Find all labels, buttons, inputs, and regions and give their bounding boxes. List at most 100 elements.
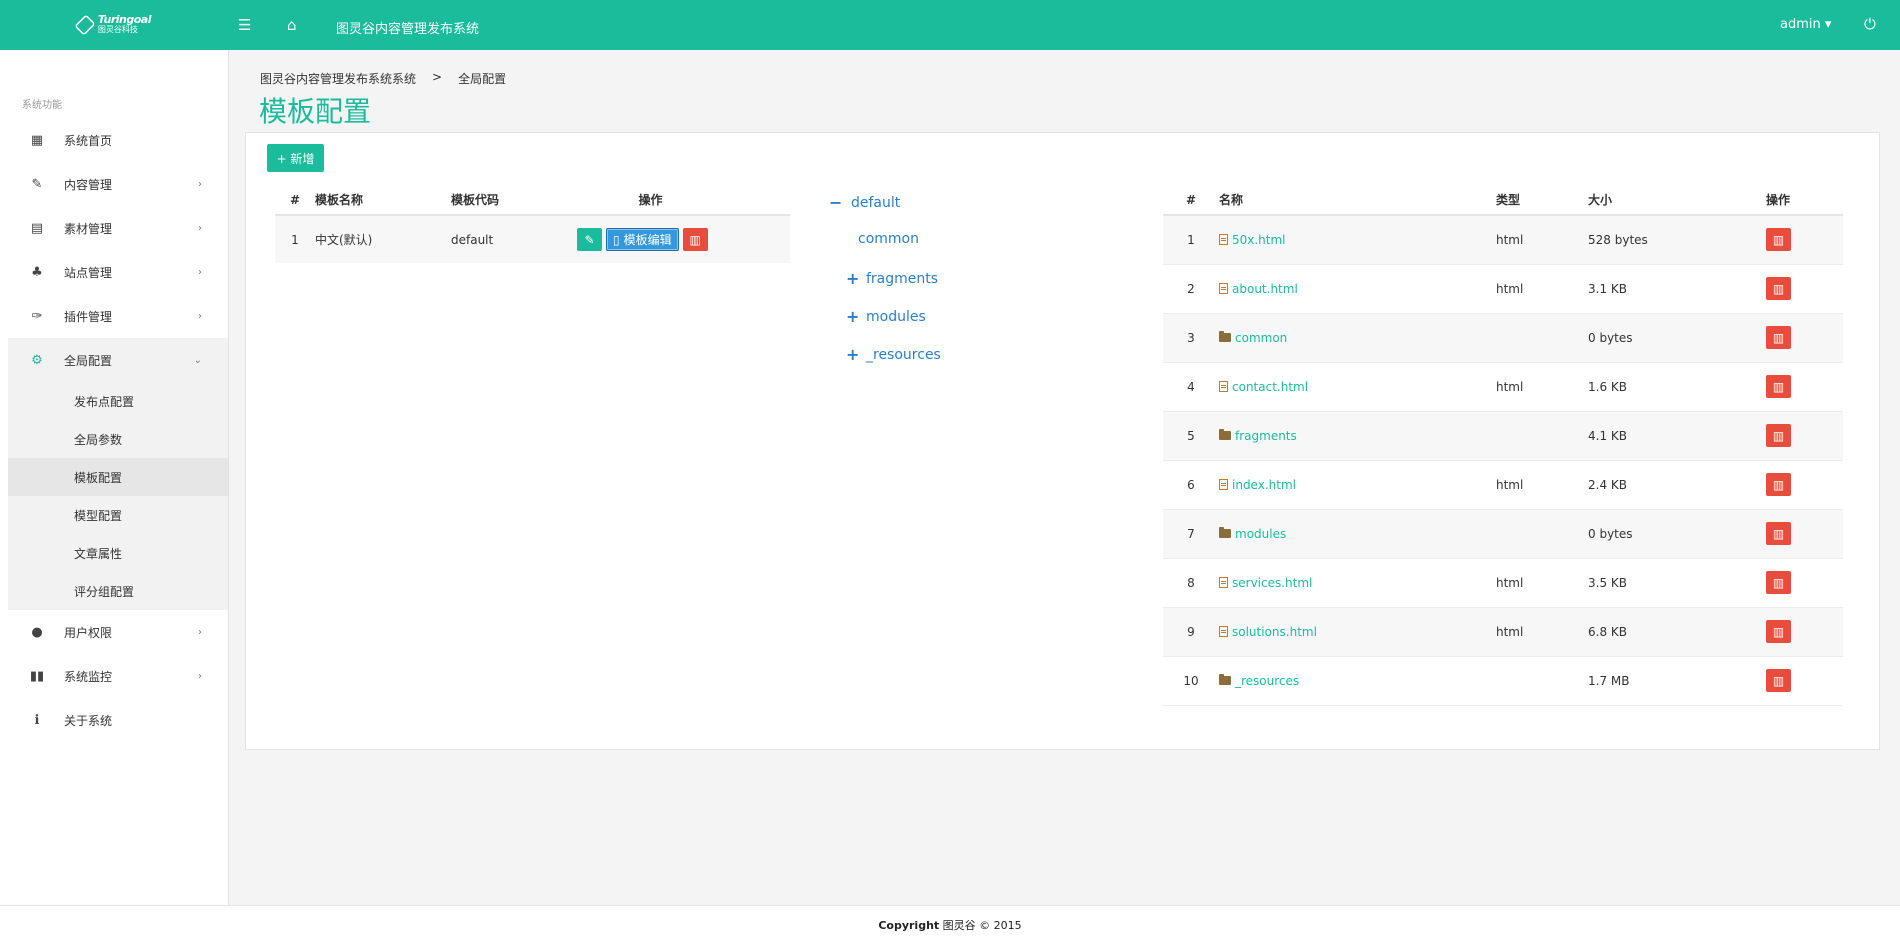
file-link[interactable]: about.html bbox=[1219, 282, 1496, 296]
file-link[interactable]: contact.html bbox=[1219, 380, 1496, 394]
edit-template-button[interactable]: ✎ bbox=[577, 228, 602, 251]
sidebar-item-label: 全局配置 bbox=[64, 353, 113, 368]
file-link[interactable]: modules bbox=[1219, 527, 1496, 541]
file-name[interactable]: fragments bbox=[1235, 429, 1297, 443]
file-name[interactable]: common bbox=[1235, 331, 1287, 345]
expand-icon[interactable]: + bbox=[846, 307, 862, 326]
table-row: 1 50x.html html 528 bytes ▥ bbox=[1163, 215, 1843, 265]
sidebar-subitem[interactable]: 全局参数 bbox=[8, 420, 228, 458]
tree-node-label[interactable]: fragments bbox=[866, 271, 938, 287]
sidebar-subitem[interactable]: 文章属性 bbox=[8, 534, 228, 572]
app-title[interactable]: 图灵谷内容管理发布系统 bbox=[336, 18, 479, 37]
sidebar-item[interactable]: ▦ 系统首页 bbox=[8, 118, 228, 162]
delete-file-button[interactable]: ▥ bbox=[1766, 522, 1791, 545]
file-link[interactable]: _resources bbox=[1219, 674, 1496, 688]
file-size: 6.8 KB bbox=[1588, 607, 1766, 657]
tree-node-root[interactable]: − default bbox=[829, 193, 900, 212]
home-icon[interactable]: ⌂ bbox=[287, 16, 297, 34]
breadcrumb: 图灵谷内容管理发布系统系统 > 全局配置 bbox=[260, 70, 506, 87]
file-no: 6 bbox=[1163, 460, 1219, 510]
delete-file-button[interactable]: ▥ bbox=[1766, 326, 1791, 349]
collapse-icon[interactable]: − bbox=[829, 193, 845, 212]
sidebar-item[interactable]: ✎ 内容管理 › bbox=[8, 162, 228, 206]
sidebar-item[interactable]: ▮▮ 系统监控 › bbox=[8, 654, 228, 698]
sidebar-item[interactable]: ● 用户权限 › bbox=[8, 610, 228, 654]
expand-icon[interactable]: + bbox=[846, 269, 862, 288]
sidebar-item[interactable]: ♣ 站点管理 › bbox=[8, 250, 228, 294]
file-name[interactable]: 50x.html bbox=[1232, 233, 1286, 247]
delete-template-button[interactable]: ▥ bbox=[682, 228, 708, 251]
sidebar-item[interactable]: ✑ 插件管理 › bbox=[8, 294, 228, 338]
chevron-icon: › bbox=[198, 310, 202, 322]
delete-file-button[interactable]: ▥ bbox=[1766, 375, 1791, 398]
binoculars-icon: ▮▮ bbox=[29, 668, 45, 684]
table-row: 6 index.html html 2.4 KB ▥ bbox=[1163, 460, 1843, 510]
delete-file-button[interactable]: ▥ bbox=[1766, 473, 1791, 496]
delete-file-button[interactable]: ▥ bbox=[1766, 277, 1791, 300]
expand-icon[interactable]: + bbox=[846, 345, 862, 364]
tree-node-label[interactable]: modules bbox=[866, 309, 926, 325]
file-link[interactable]: services.html bbox=[1219, 576, 1496, 590]
file-link[interactable]: fragments bbox=[1219, 429, 1496, 443]
file-link[interactable]: solutions.html bbox=[1219, 625, 1496, 639]
sidebar-item[interactable]: ▤ 素材管理 › bbox=[8, 206, 228, 250]
user-icon: ● bbox=[31, 624, 43, 640]
sidebar-subitem[interactable]: 模板配置 bbox=[8, 458, 228, 496]
delete-file-button[interactable]: ▥ bbox=[1766, 424, 1791, 447]
power-icon[interactable]: ⏻ bbox=[1864, 15, 1876, 33]
tree-node-label[interactable]: _resources bbox=[866, 347, 941, 363]
template-edit-button[interactable]: ▯ 模板编辑 bbox=[606, 228, 679, 251]
tree-node-common[interactable]: common bbox=[858, 231, 919, 247]
file-name[interactable]: index.html bbox=[1232, 478, 1296, 492]
pencil-icon: ✎ bbox=[584, 232, 595, 247]
file-link[interactable]: common bbox=[1219, 331, 1496, 345]
table-row: 5 fragments 4.1 KB ▥ bbox=[1163, 411, 1843, 461]
trash-icon: ▥ bbox=[689, 232, 701, 247]
tree-node-label[interactable]: common bbox=[858, 231, 919, 247]
tree-node-modules[interactable]: + modules bbox=[846, 307, 926, 326]
delete-file-button[interactable]: ▥ bbox=[1766, 669, 1791, 692]
sidebar-item[interactable]: ⚙ 全局配置 ⌄ bbox=[8, 338, 228, 382]
file-name[interactable]: about.html bbox=[1232, 282, 1298, 296]
sidebar-subitem[interactable]: 发布点配置 bbox=[8, 382, 228, 420]
template-name: 中文(默认) bbox=[315, 215, 451, 263]
col-header-size: 大小 bbox=[1588, 185, 1766, 216]
template-edit-label: 模板编辑 bbox=[623, 233, 672, 247]
file-name[interactable]: contact.html bbox=[1232, 380, 1308, 394]
user-menu[interactable]: admin ▾ bbox=[1780, 17, 1831, 32]
menu-icon[interactable]: ☰ bbox=[238, 16, 251, 34]
sidebar-item[interactable]: ℹ 关于系统 bbox=[8, 698, 228, 742]
tree-node-label[interactable]: default bbox=[851, 195, 900, 211]
file-name[interactable]: solutions.html bbox=[1232, 625, 1317, 639]
sidebar-subitem[interactable]: 评分组配置 bbox=[8, 572, 228, 610]
delete-file-button[interactable]: ▥ bbox=[1766, 620, 1791, 643]
delete-file-button[interactable]: ▥ bbox=[1766, 228, 1791, 252]
tree-node-resources[interactable]: + _resources bbox=[846, 345, 941, 364]
file-size: 0 bytes bbox=[1588, 313, 1766, 363]
delete-file-button[interactable]: ▥ bbox=[1766, 571, 1791, 594]
copyright-label: Copyright bbox=[878, 919, 940, 932]
file-name[interactable]: services.html bbox=[1232, 576, 1312, 590]
sidebar-nav: ▦ 系统首页 ✎ 内容管理 › ▤ 素材管理 › ♣ 站点管理 › ✑ 插件管理 › ⚙ 全局配置 ⌄ 发布点配置… bbox=[8, 118, 228, 742]
breadcrumb-root[interactable]: 图灵谷内容管理发布系统系统 bbox=[260, 70, 416, 87]
sitemap-icon: ♣ bbox=[31, 264, 43, 280]
file-icon bbox=[1219, 381, 1228, 392]
breadcrumb-current: 全局配置 bbox=[458, 72, 507, 86]
file-link[interactable]: 50x.html bbox=[1219, 233, 1496, 247]
file-name[interactable]: _resources bbox=[1235, 674, 1299, 688]
add-template-button[interactable]: + 新增 bbox=[267, 144, 324, 172]
file-size: 0 bytes bbox=[1588, 509, 1766, 559]
logo[interactable]: Turingoal 图灵谷科技 bbox=[74, 13, 152, 37]
file-table: # 名称 类型 大小 操作 1 50x.html html 528 bytes ▥ 2 ab… bbox=[1163, 185, 1843, 706]
tree-node-fragments[interactable]: + fragments bbox=[846, 269, 938, 288]
sidebar-subitem[interactable]: 模型配置 bbox=[8, 496, 228, 534]
table-row: 4 contact.html html 1.6 KB ▥ bbox=[1163, 362, 1843, 412]
col-header-no: # bbox=[275, 185, 315, 216]
top-navbar: Turingoal 图灵谷科技 ☰ ⌂ 图灵谷内容管理发布系统 admin ▾ … bbox=[0, 0, 1900, 50]
gears-icon: ⚙ bbox=[31, 352, 43, 368]
file-size: 4.1 KB bbox=[1588, 411, 1766, 461]
file-link[interactable]: index.html bbox=[1219, 478, 1496, 492]
file-name[interactable]: modules bbox=[1235, 527, 1286, 541]
chevron-icon: › bbox=[198, 266, 202, 278]
trash-icon: ▥ bbox=[1772, 673, 1785, 688]
